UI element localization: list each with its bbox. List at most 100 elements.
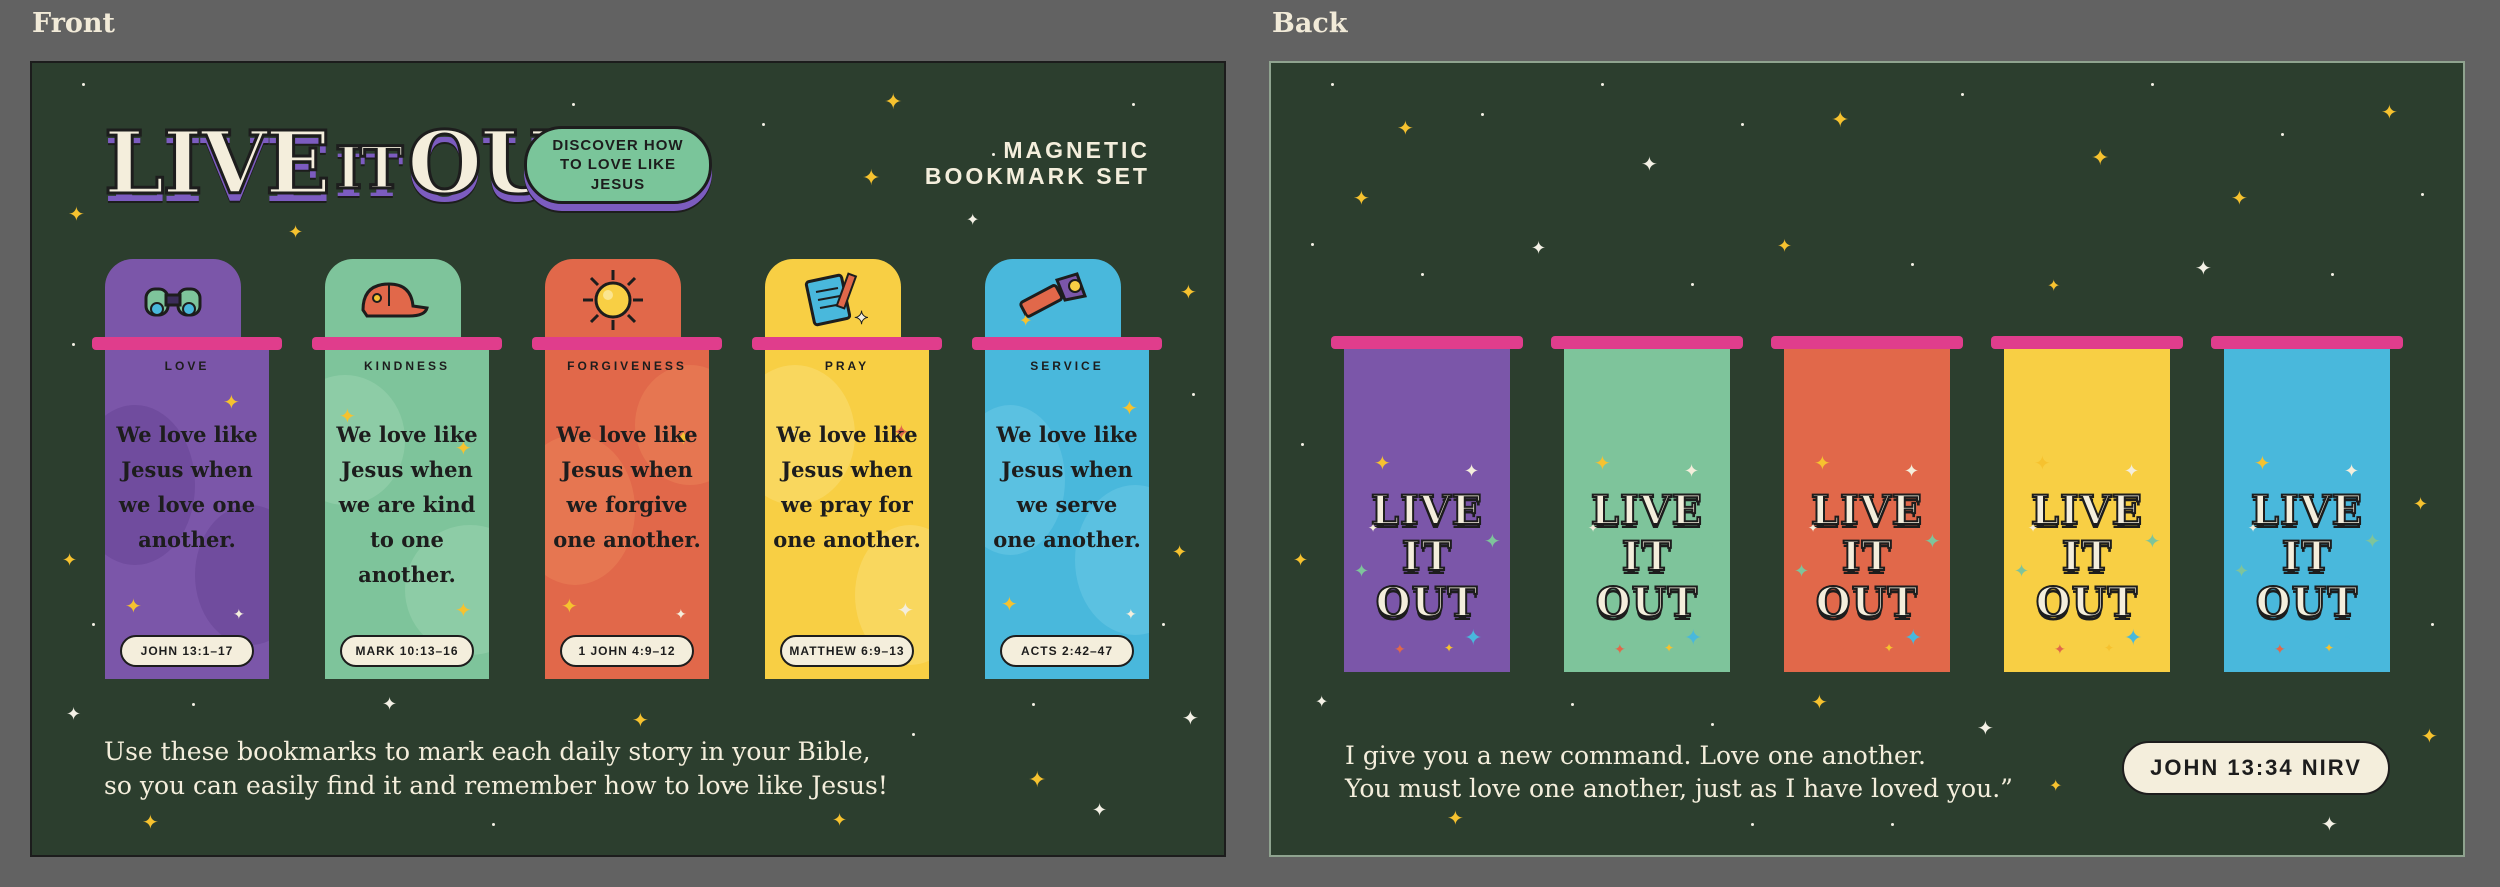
bookmark-body: ✦ ✦ ✦ FORGIVENESS We love like Jesus whe… — [545, 345, 709, 679]
sparkle-icon: ✦ — [2234, 561, 2250, 581]
bookmark-theme: KINDNESS — [363, 359, 450, 373]
sparkle-icon: ✦ — [1794, 561, 1810, 581]
star-dot — [1162, 623, 1165, 626]
sparkle-icon: ✦ — [1374, 453, 1391, 475]
bookmark-love[interactable]: ✦ ✦ ✦ LOVE We love like Jesus when we lo… — [92, 259, 282, 679]
sparkle-icon: ✦ — [1614, 641, 1626, 657]
bookmark-service[interactable]: ✦ ✦ ✦ ✦ SERVICE We love like Jesus when … — [972, 259, 1162, 679]
back-bookmark-blue[interactable]: LIVE IT OUT ✦ ✦ ✦ ✦ ✦ ✦ ✦ ✦ — [2211, 336, 2403, 676]
verse-reference-pill: JOHN 13:34 NIRV — [2122, 741, 2390, 795]
star-dot — [492, 823, 495, 826]
star-dot — [2331, 273, 2334, 276]
sparkle-icon: ✦ — [142, 812, 159, 834]
magnet-strip — [1551, 336, 1743, 349]
bookmark-tab — [325, 259, 461, 345]
sparkle-icon: ✦ — [1092, 800, 1108, 820]
bookmark-theme: PRAY — [824, 359, 870, 373]
sparkle-icon: ✦ — [62, 550, 78, 570]
sparkle-icon: ✦ — [1808, 521, 1819, 535]
sparkle-icon: ✦ — [1814, 453, 1831, 475]
back-bookmark-orange[interactable]: LIVE IT OUT ✦ ✦ ✦ ✦ ✦ ✦ ✦ ✦ — [1771, 336, 1963, 676]
sparkle-icon: ✦ — [1641, 154, 1658, 176]
sparkle-icon: ✦ — [382, 694, 398, 714]
bookmark-pray[interactable]: ✦ ✦ ✦ ✦ PRAY We love like Jesus when we … — [752, 259, 942, 679]
sparkle-icon: ✦ — [897, 600, 914, 622]
bookmark-reference: ACTS 2:42–47 — [1000, 635, 1134, 667]
sparkle-icon: ✦ — [2144, 531, 2161, 553]
star-dot — [1741, 123, 1744, 126]
bookmark-reference: JOHN 13:1–17 — [120, 635, 254, 667]
sparkle-icon: ✦ — [1531, 238, 1547, 258]
magnet-strip — [92, 337, 282, 350]
front-panel-label: Front — [32, 8, 116, 39]
back-bookmark-logo-line3: OUT — [2255, 579, 2359, 627]
sparkle-icon: ✦ — [1394, 641, 1406, 657]
sparkle-icon: ✦ — [2344, 625, 2363, 650]
back-caption-line2: You must love one another, just as I hav… — [1345, 774, 2013, 803]
sparkle-icon: ✦ — [1464, 625, 1483, 650]
star-dot — [1711, 723, 1714, 726]
sparkle-icon: ✦ — [2028, 521, 2039, 535]
star-dot — [1192, 393, 1195, 396]
bookmark-quote: We love like Jesus when we forgive one a… — [553, 422, 701, 552]
sparkle-icon: ✦ — [233, 606, 245, 622]
sparkle-icon: ✦ — [1684, 461, 1700, 481]
star-dot — [762, 123, 765, 126]
front-caption: Use these bookmarks to mark each daily s… — [104, 735, 1004, 803]
back-bookmark-logo-line3: OUT — [1375, 579, 1479, 627]
magnet-strip — [312, 337, 502, 350]
logo-word-it: IT — [333, 134, 404, 202]
logo-word-live: LIVE — [103, 113, 333, 214]
sparkle-icon: ✦ — [1594, 453, 1611, 475]
back-bookmark-yellow[interactable]: LIVE IT OUT ✦ ✦ ✦ ✦ ✦ ✦ ✦ ✦ — [1991, 336, 2183, 676]
back-panel-label: Back — [1272, 8, 1348, 39]
sparkle-icon: ✦ — [1977, 718, 1994, 740]
sparkle-icon: ✦ — [1777, 236, 1793, 256]
back-bookmark-logo: LIVE IT OUT — [2004, 487, 2170, 627]
back-caption: I give you a new command. Love one anoth… — [1345, 739, 2105, 805]
front-caption-line1: Use these bookmarks to mark each daily s… — [104, 737, 871, 766]
back-bookmark-logo: LIVE IT OUT — [1784, 487, 1950, 627]
sparkle-icon: ✦ — [561, 596, 578, 618]
bookmark-quote: We love like Jesus when we love one anot… — [116, 422, 258, 552]
back-bookmark-purple[interactable]: LIVE IT OUT ✦ ✦ ✦ ✦ ✦ ✦ ✦ ✦ — [1331, 336, 1523, 676]
sparkle-icon: ✦ — [1172, 542, 1188, 562]
back-bookmark-logo-line3: OUT — [1595, 579, 1699, 627]
star-dot — [1301, 443, 1304, 446]
sparkle-icon: ✦ — [1588, 521, 1599, 535]
magnet-strip — [1991, 336, 2183, 349]
sparkle-icon: ✦ — [632, 710, 649, 732]
back-bookmark-green[interactable]: LIVE IT OUT ✦ ✦ ✦ ✦ ✦ ✦ ✦ ✦ — [1551, 336, 1743, 676]
back-bookmark-body: LIVE IT OUT ✦ ✦ ✦ ✦ ✦ ✦ ✦ ✦ — [2004, 342, 2170, 672]
star-dot — [1132, 103, 1135, 106]
sparkle-icon: ✦ — [966, 212, 980, 229]
back-bookmark-logo: LIVE IT OUT — [1564, 487, 1730, 627]
star-dot — [1032, 703, 1035, 706]
bookmark-body: ✦ ✦ ✦ KINDNESS We love like Jesus when w… — [325, 345, 489, 679]
sparkle-icon: ✦ — [2421, 726, 2438, 748]
star-dot — [1481, 113, 1484, 116]
sparkle-icon: ✦ — [1834, 641, 1846, 657]
sparkle-icon: ✦ — [832, 810, 848, 830]
bookmark-tab — [545, 259, 681, 345]
bookmark-forgiveness[interactable]: ✦ ✦ ✦ FORGIVENESS We love like Jesus whe… — [532, 259, 722, 679]
back-bookmark-logo: LIVE IT OUT — [1344, 487, 1510, 627]
sparkle-icon: ✦ — [1353, 188, 1370, 210]
star-dot — [2421, 193, 2424, 196]
sparkle-icon: ✦ — [223, 392, 240, 414]
discover-pill: DISCOVER HOW TO LOVE LIKE JESUS — [524, 126, 712, 204]
sparkle-icon: ✦ — [125, 596, 142, 618]
bookmark-quote: We love like Jesus when we pray for one … — [773, 422, 921, 552]
bookmark-quote: We love like Jesus when we are kind to o… — [336, 422, 478, 587]
sparkle-icon: ✦ — [1121, 398, 1138, 420]
front-artboard[interactable]: ✦ ✦ ✦ ✦ ✦ ✦ ✦ ✦ ✦ ✦ ✦ ✦ ✦ ✦ ✦ ✦ LIVE IT OUT DISCOVER HO… — [30, 61, 1226, 857]
bookmark-quote: We love like Jesus when we serve one ano… — [993, 422, 1141, 552]
binoculars-icon — [142, 279, 204, 326]
bookmark-kindness[interactable]: ✦ ✦ ✦ KINDNESS We love like Jesus when w… — [312, 259, 502, 679]
sparkle-icon: ✦ — [2321, 814, 2338, 836]
sparkle-icon: ✦ — [455, 600, 472, 622]
magnet-strip — [752, 337, 942, 350]
cap-icon — [353, 276, 433, 329]
back-artboard[interactable]: ✦ ✦ ✦ ✦ ✦ ✦ ✦ ✦ ✦ ✦ ✦ ✦ ✦ ✦ ✦ ✦ ✦ ✦ ✦ ✦ LIVE IT OUT ✦ ✦ ✦ ✦ ✦ ✦ ✦ ✦ L… — [1269, 61, 2465, 857]
star-dot — [2281, 133, 2284, 136]
